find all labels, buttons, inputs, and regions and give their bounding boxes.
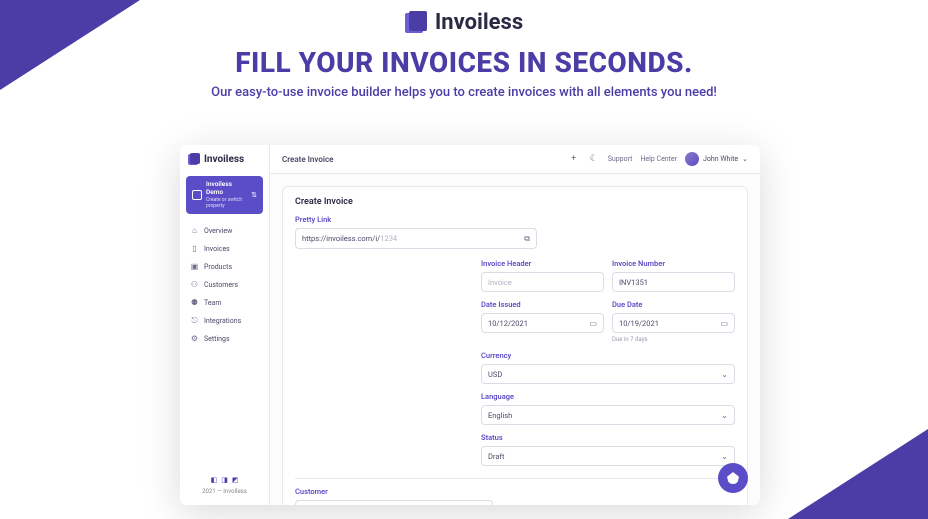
divider: [295, 478, 735, 479]
due-date-hint: Due in 7 days: [612, 336, 735, 343]
support-link[interactable]: Support: [608, 155, 633, 163]
brand-icon: [188, 153, 201, 166]
calendar-icon[interactable]: ▭: [720, 319, 728, 328]
chevron-down-icon: ⌄: [721, 452, 728, 461]
sidebar-item-label: Integrations: [204, 317, 241, 325]
copyright: 2021 — Invoiless: [180, 488, 269, 495]
switch-title: Invoiless Demo: [206, 181, 247, 197]
create-invoice-card: Create Invoice Pretty Link https://invoi…: [282, 186, 748, 505]
page-title: Create Invoice: [282, 155, 560, 164]
users-icon: ⚇: [190, 280, 199, 289]
box-icon: ▣: [190, 262, 199, 271]
app-window: Invoiless Invoiless Demo Create or switc…: [180, 145, 760, 505]
currency-label: Currency: [481, 351, 735, 360]
sidebar-item-label: Team: [204, 299, 222, 307]
customer-select[interactable]: [295, 500, 493, 505]
property-switcher[interactable]: Invoiless Demo Create or switch property…: [186, 176, 263, 214]
copy-icon[interactable]: ⧉: [524, 234, 530, 244]
gear-icon: ⚙: [190, 334, 199, 343]
brand-icon: [405, 11, 429, 35]
date-issued-label: Date Issued: [481, 300, 604, 309]
hero-title: FILL YOUR INVOICES IN SECONDS.: [40, 46, 888, 79]
twitter-icon[interactable]: ◧: [211, 476, 218, 484]
currency-select[interactable]: USD⌄: [481, 364, 735, 384]
sidebar-item-team[interactable]: ⚉ Team: [180, 294, 269, 312]
team-icon: ⚉: [190, 298, 199, 307]
date-issued-input[interactable]: 10/12/2021▭: [481, 313, 604, 333]
help-center-link[interactable]: Help Center: [640, 155, 677, 163]
status-label: Status: [481, 433, 735, 442]
customer-label: Customer: [295, 487, 735, 496]
card-title: Create Invoice: [295, 197, 735, 207]
due-date-label: Due Date: [612, 300, 735, 309]
invoice-header-label: Invoice Header: [481, 259, 604, 268]
corner-decor-tl: [0, 0, 140, 90]
sidebar-brand-text: Invoiless: [204, 154, 244, 165]
sidebar-item-label: Products: [204, 263, 232, 271]
facebook-icon[interactable]: ◨: [221, 476, 228, 484]
invoice-header-input[interactable]: Invoice: [481, 272, 604, 292]
sidebar-item-integrations[interactable]: ⎋ Integrations: [180, 312, 269, 330]
calendar-icon[interactable]: ▭: [589, 319, 597, 328]
hero-subtitle: Our easy-to-use invoice builder helps yo…: [40, 85, 888, 100]
brand-text: Invoiless: [435, 10, 523, 35]
chevron-down-icon: ⌄: [721, 411, 728, 420]
chevron-down-icon: ⌄: [721, 370, 728, 379]
invoice-number-label: Invoice Number: [612, 259, 735, 268]
moon-icon[interactable]: ☾: [588, 153, 600, 165]
sidebar-item-label: Settings: [204, 335, 230, 343]
document-icon: ▯: [190, 244, 199, 253]
sidebar-item-products[interactable]: ▣ Products: [180, 258, 269, 276]
chat-fab[interactable]: [718, 463, 748, 493]
chevron-down-icon: ⌄: [742, 155, 748, 163]
sidebar: Invoiless Invoiless Demo Create or switc…: [180, 145, 270, 505]
switch-subtitle: Create or switch property: [206, 197, 247, 209]
sidebar-brand[interactable]: Invoiless: [180, 145, 269, 176]
plus-icon[interactable]: +: [568, 153, 580, 165]
plug-icon: ⎋: [190, 316, 199, 325]
status-select[interactable]: Draft⌄: [481, 446, 735, 466]
sidebar-item-overview[interactable]: ⌂ Overview: [180, 222, 269, 240]
sidebar-item-invoices[interactable]: ▯ Invoices: [180, 240, 269, 258]
sidebar-item-label: Overview: [204, 227, 232, 235]
pretty-link-label: Pretty Link: [295, 215, 735, 224]
home-icon: ⌂: [190, 226, 199, 235]
main-pane: Create Invoice + ☾ Support Help Center J…: [270, 145, 760, 505]
sidebar-item-customers[interactable]: ⚇ Customers: [180, 276, 269, 294]
sidebar-item-label: Customers: [204, 281, 238, 289]
avatar: [685, 152, 699, 166]
invoice-number-input[interactable]: INV1351: [612, 272, 735, 292]
language-label: Language: [481, 392, 735, 401]
topbar: Create Invoice + ☾ Support Help Center J…: [270, 145, 760, 174]
pretty-link-input[interactable]: https://invoiless.com/i/1234 ⧉: [295, 228, 537, 249]
linkedin-icon[interactable]: ◩: [232, 476, 239, 484]
cube-icon: [192, 190, 202, 200]
corner-decor-br: [788, 429, 928, 519]
user-name: John White: [703, 155, 738, 163]
sidebar-item-label: Invoices: [204, 245, 230, 253]
sidebar-item-settings[interactable]: ⚙ Settings: [180, 330, 269, 348]
chevron-updown-icon: ⇅: [251, 191, 257, 199]
due-date-input[interactable]: 10/19/2021▭: [612, 313, 735, 333]
language-select[interactable]: English⌄: [481, 405, 735, 425]
user-menu[interactable]: John White ⌄: [685, 152, 748, 166]
